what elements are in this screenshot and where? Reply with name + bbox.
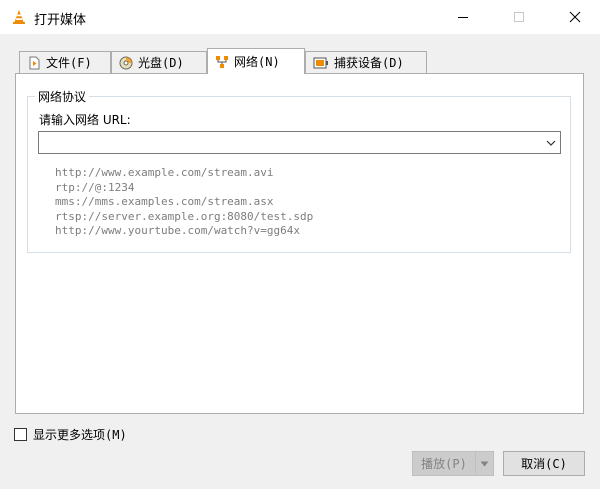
group-title: 网络协议 <box>35 88 90 105</box>
example-url: http://www.yourtube.com/watch?v=gg64x <box>55 224 301 237</box>
url-label: 请输入网络 URL: <box>39 113 131 127</box>
show-more-options[interactable]: 显示更多选项(M) <box>14 426 127 442</box>
chevron-down-icon[interactable] <box>544 136 558 150</box>
url-examples: http://www.example.com/stream.avi rtp://… <box>55 166 313 239</box>
example-url: mms://mms.examples.com/stream.asx <box>55 195 274 208</box>
example-url: rtsp://server.example.org:8080/test.sdp <box>55 209 314 223</box>
example-url: rtp://@:1234 <box>55 180 135 194</box>
network-icon <box>215 55 229 69</box>
file-icon <box>27 56 41 70</box>
tab-file-label: 文件(F) <box>46 56 92 70</box>
tab-network-label: 网络(N) <box>234 55 280 69</box>
tab-capture-device[interactable]: 捕获设备(D) <box>305 51 427 73</box>
cancel-button[interactable]: 取消(C) <box>503 451 585 476</box>
network-tab-panel: 网络协议 请输入网络 URL: http://www.example.com/s… <box>15 73 584 414</box>
example-url: http://www.example.com/stream.avi <box>55 166 274 179</box>
title-bar: 打开媒体 <box>0 0 600 34</box>
url-input[interactable] <box>41 133 542 152</box>
show-more-checkbox[interactable] <box>14 427 27 441</box>
tab-file[interactable]: 文件(F) <box>19 51 111 73</box>
maximize-button[interactable] <box>496 0 541 34</box>
tab-network[interactable]: 网络(N) <box>207 48 305 74</box>
tab-capture-device-label: 捕获设备(D) <box>334 56 404 70</box>
url-combobox[interactable] <box>38 131 561 154</box>
vlc-cone-icon <box>11 9 27 25</box>
play-button-label: 播放(P) <box>421 457 467 471</box>
tab-disc-label: 光盘(D) <box>138 56 184 70</box>
play-dropdown-arrow[interactable] <box>475 452 493 475</box>
cancel-button-label: 取消(C) <box>521 457 567 471</box>
play-button[interactable]: 播放(P) <box>412 451 494 476</box>
window-title: 打开媒体 <box>34 13 87 28</box>
minimize-button[interactable] <box>440 0 485 34</box>
tab-strip: 文件(F) 光盘(D) 网络(N) 捕获设备(D) <box>15 48 585 74</box>
disc-icon <box>119 56 133 70</box>
capture-device-icon <box>313 56 329 70</box>
show-more-label: 显示更多选项(M) <box>33 427 127 442</box>
tab-disc[interactable]: 光盘(D) <box>111 51 207 73</box>
close-button[interactable] <box>552 0 597 34</box>
